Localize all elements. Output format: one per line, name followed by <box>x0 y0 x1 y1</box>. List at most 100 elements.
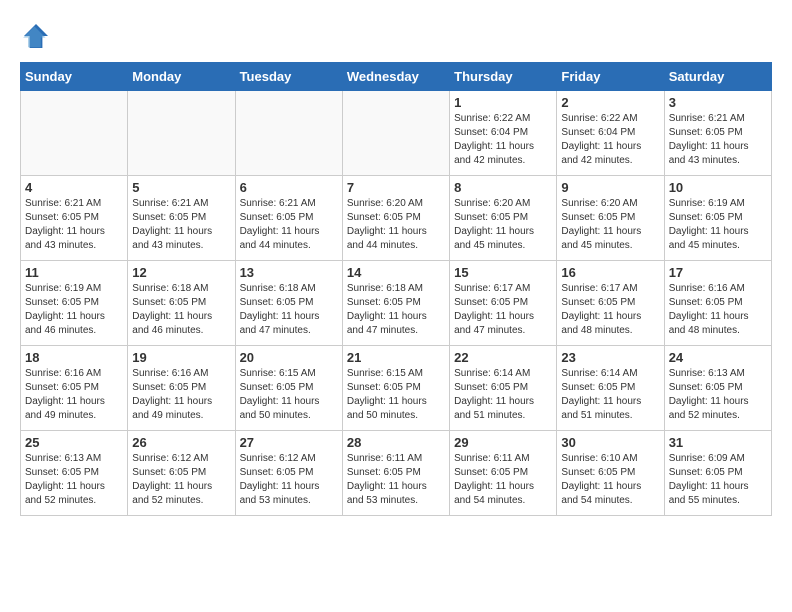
day-number: 13 <box>240 265 338 280</box>
cell-content: Sunrise: 6:20 AMSunset: 6:05 PMDaylight:… <box>454 197 552 253</box>
day-number: 17 <box>669 265 767 280</box>
day-number: 4 <box>25 180 123 195</box>
day-number: 23 <box>561 350 659 365</box>
cell-content: Sunrise: 6:19 AMSunset: 6:05 PMDaylight:… <box>669 197 767 253</box>
cell-content: Sunrise: 6:16 AMSunset: 6:05 PMDaylight:… <box>25 367 123 423</box>
calendar-cell: 17Sunrise: 6:16 AMSunset: 6:05 PMDayligh… <box>664 261 771 346</box>
cell-content: Sunrise: 6:13 AMSunset: 6:05 PMDaylight:… <box>25 452 123 508</box>
day-number: 26 <box>132 435 230 450</box>
cell-content: Sunrise: 6:18 AMSunset: 6:05 PMDaylight:… <box>240 282 338 338</box>
calendar-cell: 24 Sunrise: 6:13 AMSunset: 6:05 PMDayligh… <box>664 346 771 431</box>
cell-content: Sunrise: 6:17 AMSunset: 6:05 PMDaylight:… <box>561 282 659 338</box>
calendar-cell: 18 Sunrise: 6:16 AMSunset: 6:05 PMDayligh… <box>21 346 128 431</box>
logo <box>20 20 56 52</box>
cell-content: Sunrise: 6:15 AMSunset: 6:05 PMDaylight:… <box>240 367 338 423</box>
calendar-cell: 3 Sunrise: 6:21 AMSunset: 6:05 PMDaylight… <box>664 91 771 176</box>
day-header-monday: Monday <box>128 63 235 91</box>
cell-content: Sunrise: 6:11 AMSunset: 6:05 PMDaylight:… <box>347 452 445 508</box>
calendar-cell: 2Sunrise: 6:22 AMSunset: 6:04 PMDaylight… <box>557 91 664 176</box>
calendar-week-row: 18 Sunrise: 6:16 AMSunset: 6:05 PMDayligh… <box>21 346 772 431</box>
cell-content: Sunrise: 6:14 AMSunset: 6:05 PMDaylight:… <box>454 367 552 423</box>
day-number: 28 <box>347 435 445 450</box>
day-number: 2 <box>561 95 659 110</box>
calendar-cell: 25 Sunrise: 6:13 AMSunset: 6:05 PMDayligh… <box>21 431 128 516</box>
calendar-cell: 27 Sunrise: 6:12 AMSunset: 6:05 PMDayligh… <box>235 431 342 516</box>
calendar-cell <box>342 91 449 176</box>
calendar-table: SundayMondayTuesdayWednesdayThursdayFrid… <box>20 62 772 516</box>
cell-content: Sunrise: 6:20 AMSunset: 6:05 PMDaylight:… <box>561 197 659 253</box>
cell-content: Sunrise: 6:10 AMSunset: 6:05 PMDaylight:… <box>561 452 659 508</box>
day-number: 29 <box>454 435 552 450</box>
day-number: 27 <box>240 435 338 450</box>
calendar-header-row: SundayMondayTuesdayWednesdayThursdayFrid… <box>21 63 772 91</box>
calendar-cell: 8 Sunrise: 6:20 AMSunset: 6:05 PMDaylight… <box>450 176 557 261</box>
cell-content: Sunrise: 6:21 AMSunset: 6:05 PMDaylight:… <box>132 197 230 253</box>
calendar-cell: 6 Sunrise: 6:21 AMSunset: 6:05 PMDaylight… <box>235 176 342 261</box>
cell-content: Sunrise: 6:12 AMSunset: 6:05 PMDaylight:… <box>132 452 230 508</box>
cell-content: Sunrise: 6:21 AMSunset: 6:05 PMDaylight:… <box>25 197 123 253</box>
calendar-cell: 21 Sunrise: 6:15 AMSunset: 6:05 PMDayligh… <box>342 346 449 431</box>
cell-content: Sunrise: 6:13 AMSunset: 6:05 PMDaylight:… <box>669 367 767 423</box>
day-number: 12 <box>132 265 230 280</box>
cell-content: Sunrise: 6:20 AMSunset: 6:05 PMDaylight:… <box>347 197 445 253</box>
calendar-week-row: 4 Sunrise: 6:21 AMSunset: 6:05 PMDaylight… <box>21 176 772 261</box>
calendar-cell: 20 Sunrise: 6:15 AMSunset: 6:05 PMDayligh… <box>235 346 342 431</box>
cell-content: Sunrise: 6:09 AMSunset: 6:05 PMDaylight:… <box>669 452 767 508</box>
day-number: 3 <box>669 95 767 110</box>
cell-content: Sunrise: 6:15 AMSunset: 6:05 PMDaylight:… <box>347 367 445 423</box>
calendar-cell: 22Sunrise: 6:14 AMSunset: 6:05 PMDayligh… <box>450 346 557 431</box>
day-number: 21 <box>347 350 445 365</box>
day-number: 5 <box>132 180 230 195</box>
calendar-cell: 11 Sunrise: 6:19 AMSunset: 6:05 PMDayligh… <box>21 261 128 346</box>
calendar-cell: 16 Sunrise: 6:17 AMSunset: 6:05 PMDayligh… <box>557 261 664 346</box>
day-number: 19 <box>132 350 230 365</box>
cell-content: Sunrise: 6:17 AMSunset: 6:05 PMDaylight:… <box>454 282 552 338</box>
cell-content: Sunrise: 6:19 AMSunset: 6:05 PMDaylight:… <box>25 282 123 338</box>
cell-content: Sunrise: 6:12 AMSunset: 6:05 PMDaylight:… <box>240 452 338 508</box>
calendar-week-row: 25 Sunrise: 6:13 AMSunset: 6:05 PMDayligh… <box>21 431 772 516</box>
calendar-cell: 15 Sunrise: 6:17 AMSunset: 6:05 PMDayligh… <box>450 261 557 346</box>
day-header-sunday: Sunday <box>21 63 128 91</box>
day-header-saturday: Saturday <box>664 63 771 91</box>
calendar-cell <box>235 91 342 176</box>
calendar-cell: 13 Sunrise: 6:18 AMSunset: 6:05 PMDayligh… <box>235 261 342 346</box>
day-number: 14 <box>347 265 445 280</box>
cell-content: Sunrise: 6:21 AMSunset: 6:05 PMDaylight:… <box>240 197 338 253</box>
cell-content: Sunrise: 6:11 AMSunset: 6:05 PMDaylight:… <box>454 452 552 508</box>
calendar-cell: 19 Sunrise: 6:16 AMSunset: 6:05 PMDayligh… <box>128 346 235 431</box>
day-number: 6 <box>240 180 338 195</box>
day-number: 16 <box>561 265 659 280</box>
day-number: 9 <box>561 180 659 195</box>
cell-content: Sunrise: 6:16 AMSunset: 6:05 PMDaylight:… <box>132 367 230 423</box>
calendar-week-row: 11 Sunrise: 6:19 AMSunset: 6:05 PMDayligh… <box>21 261 772 346</box>
calendar-cell <box>21 91 128 176</box>
day-number: 11 <box>25 265 123 280</box>
day-number: 8 <box>454 180 552 195</box>
day-number: 15 <box>454 265 552 280</box>
calendar-week-row: 1Sunrise: 6:22 AMSunset: 6:04 PMDaylight… <box>21 91 772 176</box>
day-header-wednesday: Wednesday <box>342 63 449 91</box>
day-number: 31 <box>669 435 767 450</box>
cell-content: Sunrise: 6:21 AMSunset: 6:05 PMDaylight:… <box>669 112 767 168</box>
day-header-thursday: Thursday <box>450 63 557 91</box>
calendar-cell: 26 Sunrise: 6:12 AMSunset: 6:05 PMDayligh… <box>128 431 235 516</box>
day-header-friday: Friday <box>557 63 664 91</box>
day-number: 20 <box>240 350 338 365</box>
day-header-tuesday: Tuesday <box>235 63 342 91</box>
calendar-cell: 23 Sunrise: 6:14 AMSunset: 6:05 PMDayligh… <box>557 346 664 431</box>
cell-content: Sunrise: 6:22 AMSunset: 6:04 PMDaylight:… <box>454 112 552 168</box>
calendar-cell: 1Sunrise: 6:22 AMSunset: 6:04 PMDaylight… <box>450 91 557 176</box>
calendar-cell: 31 Sunrise: 6:09 AMSunset: 6:05 PMDayligh… <box>664 431 771 516</box>
day-number: 24 <box>669 350 767 365</box>
day-number: 7 <box>347 180 445 195</box>
cell-content: Sunrise: 6:18 AMSunset: 6:05 PMDaylight:… <box>132 282 230 338</box>
day-number: 30 <box>561 435 659 450</box>
calendar-cell: 9 Sunrise: 6:20 AMSunset: 6:05 PMDaylight… <box>557 176 664 261</box>
calendar-cell: 4 Sunrise: 6:21 AMSunset: 6:05 PMDaylight… <box>21 176 128 261</box>
cell-content: Sunrise: 6:18 AMSunset: 6:05 PMDaylight:… <box>347 282 445 338</box>
day-number: 25 <box>25 435 123 450</box>
calendar-cell: 30 Sunrise: 6:10 AMSunset: 6:05 PMDayligh… <box>557 431 664 516</box>
day-number: 18 <box>25 350 123 365</box>
calendar-cell: 29 Sunrise: 6:11 AMSunset: 6:05 PMDayligh… <box>450 431 557 516</box>
cell-content: Sunrise: 6:14 AMSunset: 6:05 PMDaylight:… <box>561 367 659 423</box>
